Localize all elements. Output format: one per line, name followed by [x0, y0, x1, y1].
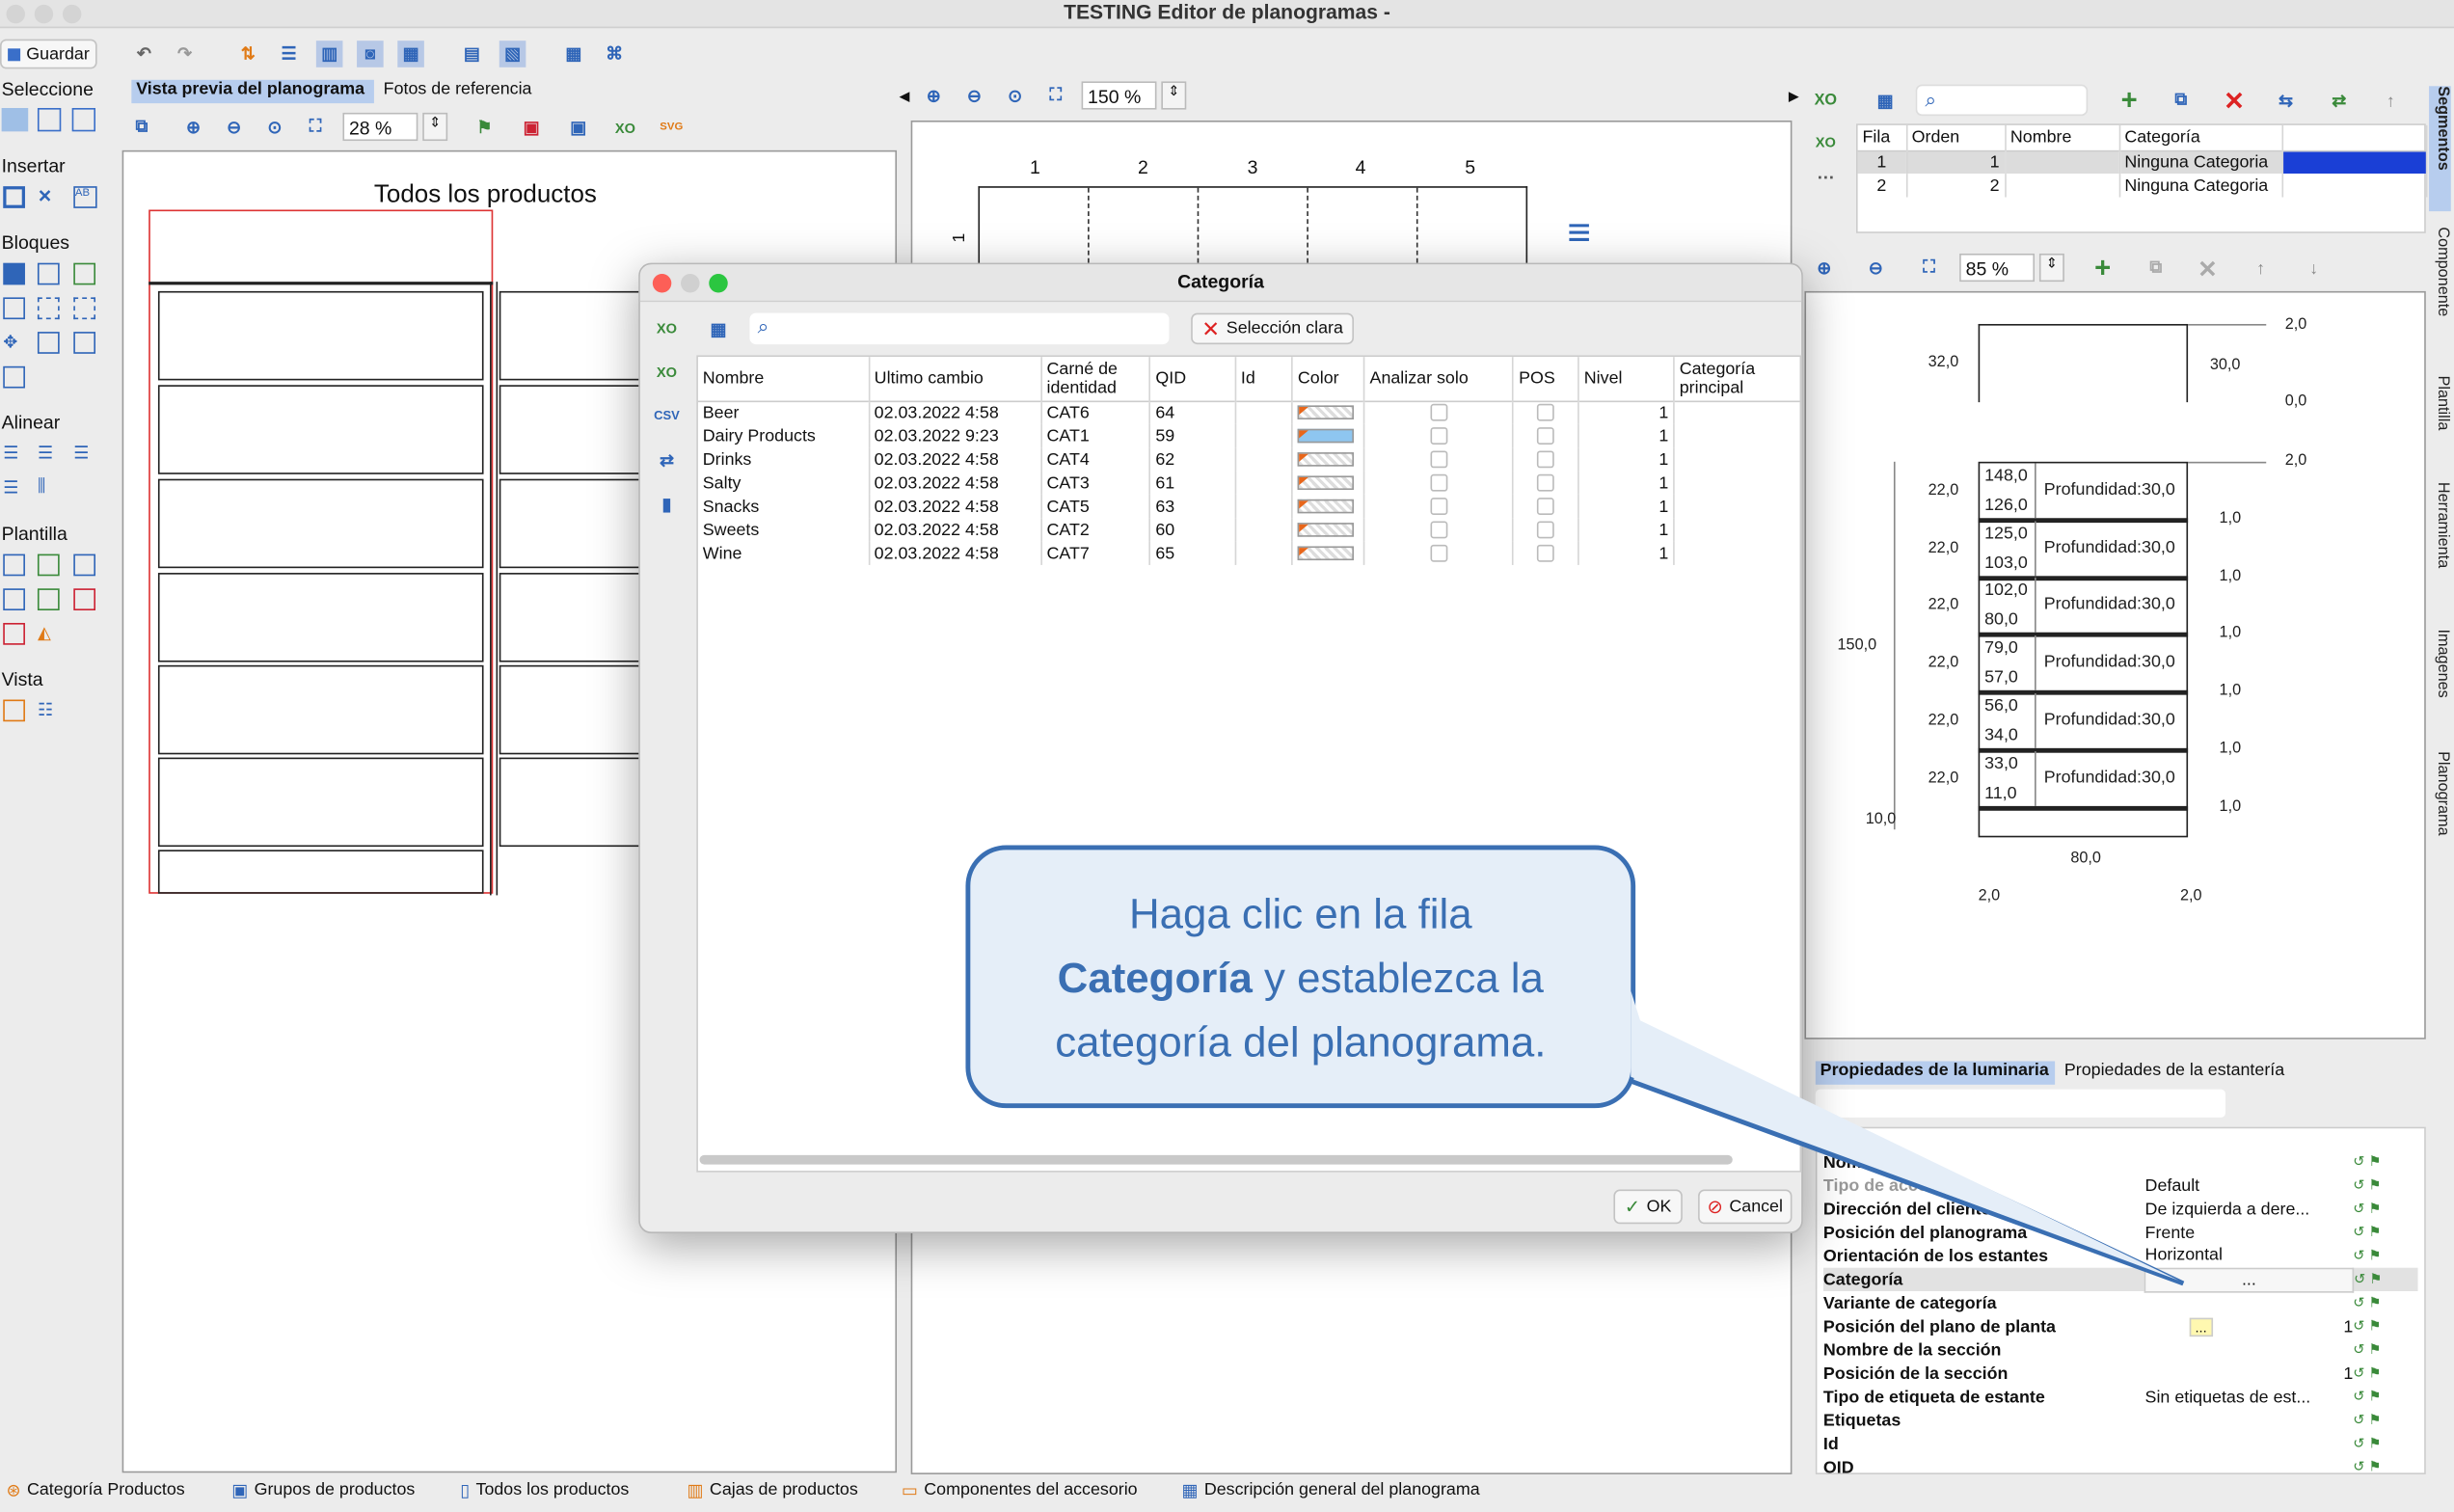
- callout-bold: Categoría: [1057, 955, 1253, 1002]
- callout-line3: categoría del planograma.: [1055, 1018, 1547, 1066]
- callout-line2: y establezca la: [1252, 955, 1544, 1002]
- callout-line1: Haga clic en la fila: [1128, 890, 1472, 938]
- callout-pointer: [1625, 985, 2185, 1286]
- instruction-callout: Haga clic en la fila Categoría y estable…: [965, 845, 1636, 1109]
